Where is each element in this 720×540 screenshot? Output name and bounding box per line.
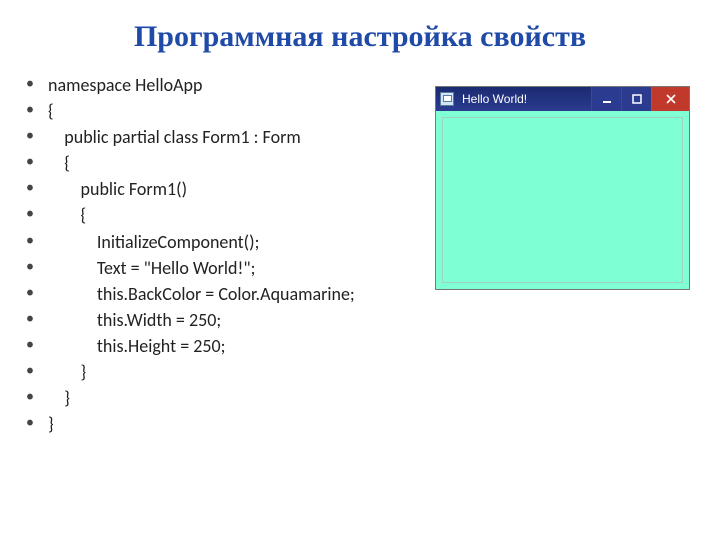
code-line: Text = "Hello World!"; bbox=[26, 255, 355, 281]
close-button[interactable] bbox=[651, 87, 689, 111]
code-list: namespace HelloApp { public partial clas… bbox=[26, 72, 355, 437]
code-line: { bbox=[26, 98, 355, 124]
close-icon bbox=[666, 94, 676, 104]
code-line: InitializeComponent(); bbox=[26, 229, 355, 255]
code-line: } bbox=[26, 359, 355, 385]
window-controls bbox=[591, 87, 689, 111]
code-line: namespace HelloApp bbox=[26, 72, 355, 98]
code-line: } bbox=[26, 411, 355, 437]
minimize-icon bbox=[602, 94, 612, 104]
window-app-icon bbox=[440, 92, 454, 106]
code-line: } bbox=[26, 385, 355, 411]
code-line: { bbox=[26, 150, 355, 176]
code-line: this.Width = 250; bbox=[26, 307, 355, 333]
maximize-icon bbox=[632, 94, 642, 104]
code-line: this.BackColor = Color.Aquamarine; bbox=[26, 281, 355, 307]
code-line: this.Height = 250; bbox=[26, 333, 355, 359]
code-line: public Form1() bbox=[26, 176, 355, 202]
window-titlebar[interactable]: Hello World! bbox=[436, 87, 689, 111]
code-line: public partial class Form1 : Form bbox=[26, 124, 355, 150]
maximize-button[interactable] bbox=[621, 87, 651, 111]
minimize-button[interactable] bbox=[591, 87, 621, 111]
demo-window: Hello World! bbox=[435, 86, 690, 290]
code-line: { bbox=[26, 202, 355, 228]
window-client-area bbox=[442, 117, 683, 283]
slide-title: Программная настройка свойств bbox=[0, 0, 720, 54]
window-title: Hello World! bbox=[462, 92, 591, 106]
